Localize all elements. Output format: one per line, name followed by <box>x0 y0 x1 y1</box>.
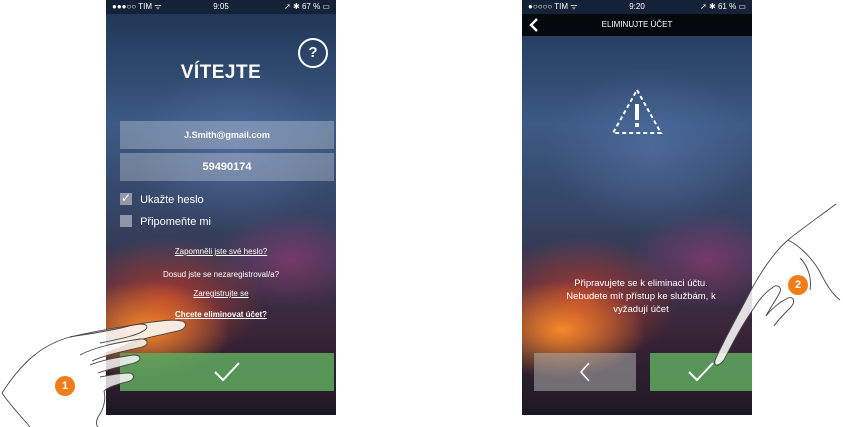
email-field[interactable]: J.Smith@gmail.com <box>120 121 334 149</box>
page-title: ELIMINUJTE ÚČET <box>601 20 673 29</box>
checkbox-checked[interactable]: ✓ <box>120 191 132 206</box>
step-callout-2: 2 <box>788 275 808 295</box>
hand-pointer-1 <box>1 319 186 427</box>
not-registered-text: Dosud jste se nezaregistroval/a? <box>162 270 280 279</box>
checkbox-unchecked[interactable] <box>120 215 132 228</box>
password-field[interactable]: 59490174 <box>120 153 334 181</box>
status-bar: ●●●○○ TIM ᯤ 9:05 ➚ ✱ 67 % ▭ <box>106 0 336 14</box>
checkmark-icon <box>214 362 240 382</box>
warning-triangle-icon <box>611 87 663 134</box>
cancel-button[interactable] <box>534 353 636 391</box>
show-password-checkbox[interactable]: ✓ Ukažte heslo <box>120 191 204 207</box>
chevron-left-icon <box>579 362 590 382</box>
remember-me-checkbox[interactable]: Připomeňte mi <box>120 215 211 229</box>
check-icon: ✓ <box>121 191 132 206</box>
step-callout-1: 1 <box>55 376 75 396</box>
forgot-password-link[interactable]: Zapomněli jste své heslo? <box>106 247 336 256</box>
battery-indicator: ➚ ✱ 61 % ▭ <box>700 2 746 11</box>
page-title: VÍTEJTE <box>180 62 262 83</box>
remember-me-label: Připomeňte mi <box>140 216 211 228</box>
hand-pointer-2 <box>714 203 841 366</box>
show-password-label: Ukažte heslo <box>140 194 204 206</box>
nav-bar: ELIMINUJTE ÚČET <box>522 14 752 36</box>
status-bar: ●○○○○ TIM ᯤ 9:20 ➚ ✱ 61 % ▭ <box>522 0 752 14</box>
battery-indicator: ➚ ✱ 67 % ▭ <box>284 2 330 11</box>
